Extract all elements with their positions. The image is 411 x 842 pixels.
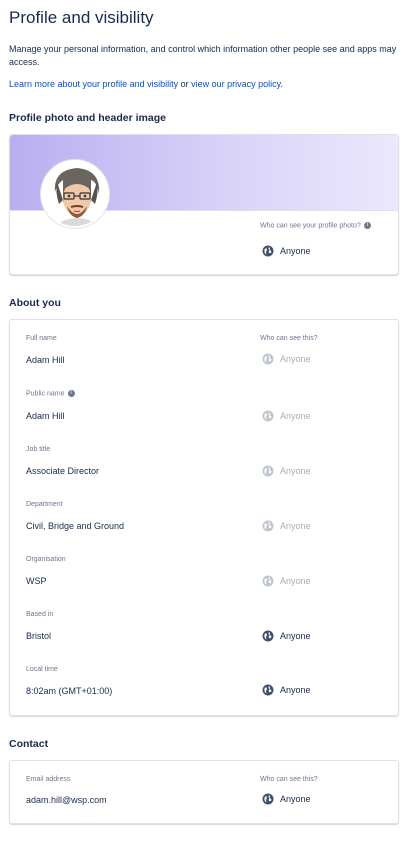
based-in-field[interactable]: Bristol bbox=[26, 631, 51, 641]
globe-icon bbox=[262, 465, 274, 477]
contact-visibility-header: Who can see this? bbox=[260, 776, 318, 783]
contact-section-heading: Contact bbox=[9, 738, 49, 750]
email-field[interactable]: adam.hill@wsp.com bbox=[26, 795, 107, 805]
full-name-visibility: Anyone bbox=[262, 353, 311, 365]
organisation-visibility: Anyone bbox=[262, 575, 311, 587]
local-time-field[interactable]: 8:02am (GMT+01:00) bbox=[26, 686, 112, 696]
avatar[interactable] bbox=[41, 160, 109, 228]
photo-section-heading: Profile photo and header image bbox=[9, 112, 166, 124]
full-name-field[interactable]: Adam Hill bbox=[26, 355, 65, 365]
period-text: . bbox=[280, 79, 283, 89]
globe-icon bbox=[262, 353, 274, 365]
or-text: or bbox=[178, 79, 192, 89]
about-card: Who can see this? Full name Adam Hill An… bbox=[9, 319, 399, 716]
globe-icon bbox=[262, 793, 274, 805]
job-title-visibility: Anyone bbox=[262, 465, 311, 477]
info-icon[interactable]: i bbox=[67, 390, 75, 397]
globe-icon bbox=[262, 520, 274, 532]
job-title-field[interactable]: Associate Director bbox=[26, 466, 99, 476]
page-intro: Manage your personal information, and co… bbox=[9, 44, 397, 67]
globe-icon bbox=[262, 410, 274, 422]
globe-icon bbox=[262, 630, 274, 642]
organisation-field[interactable]: WSP bbox=[26, 576, 47, 586]
learn-more-link[interactable]: Learn more about your profile and visibi… bbox=[9, 79, 178, 89]
based-in-label: Based in bbox=[26, 611, 54, 618]
full-name-label: Full name bbox=[26, 335, 57, 342]
photo-visibility-select[interactable]: Anyone bbox=[262, 245, 311, 257]
privacy-policy-link[interactable]: view our privacy policy bbox=[191, 79, 280, 89]
globe-icon bbox=[262, 684, 274, 696]
help-links: Learn more about your profile and visibi… bbox=[9, 79, 283, 89]
info-icon[interactable]: i bbox=[363, 222, 371, 229]
public-name-field[interactable]: Adam Hill bbox=[26, 411, 65, 421]
department-visibility: Anyone bbox=[262, 520, 311, 532]
page-title: Profile and visibility bbox=[9, 8, 154, 27]
globe-icon bbox=[262, 575, 274, 587]
local-time-visibility-select[interactable]: Anyone bbox=[262, 684, 311, 696]
globe-icon bbox=[262, 245, 274, 257]
local-time-label: Local time bbox=[26, 666, 58, 673]
based-in-visibility-select[interactable]: Anyone bbox=[262, 630, 311, 642]
about-visibility-header: Who can see this? bbox=[260, 335, 318, 342]
public-name-label: Public name i bbox=[26, 390, 75, 397]
contact-card: Who can see this? Email address adam.hil… bbox=[9, 760, 399, 824]
department-field[interactable]: Civil, Bridge and Ground bbox=[26, 521, 124, 531]
public-name-visibility: Anyone bbox=[262, 410, 311, 422]
department-label: Department bbox=[26, 501, 63, 508]
organisation-label: Organisation bbox=[26, 556, 66, 563]
job-title-label: Job title bbox=[26, 446, 51, 453]
photo-card: Who can see your profile photo? i Anyone bbox=[9, 134, 399, 275]
photo-visibility-label: Who can see your profile photo? i bbox=[260, 222, 371, 229]
about-section-heading: About you bbox=[9, 297, 61, 309]
email-label: Email address bbox=[26, 776, 71, 783]
email-visibility-select[interactable]: Anyone bbox=[262, 793, 311, 805]
avatar-image bbox=[43, 162, 107, 226]
